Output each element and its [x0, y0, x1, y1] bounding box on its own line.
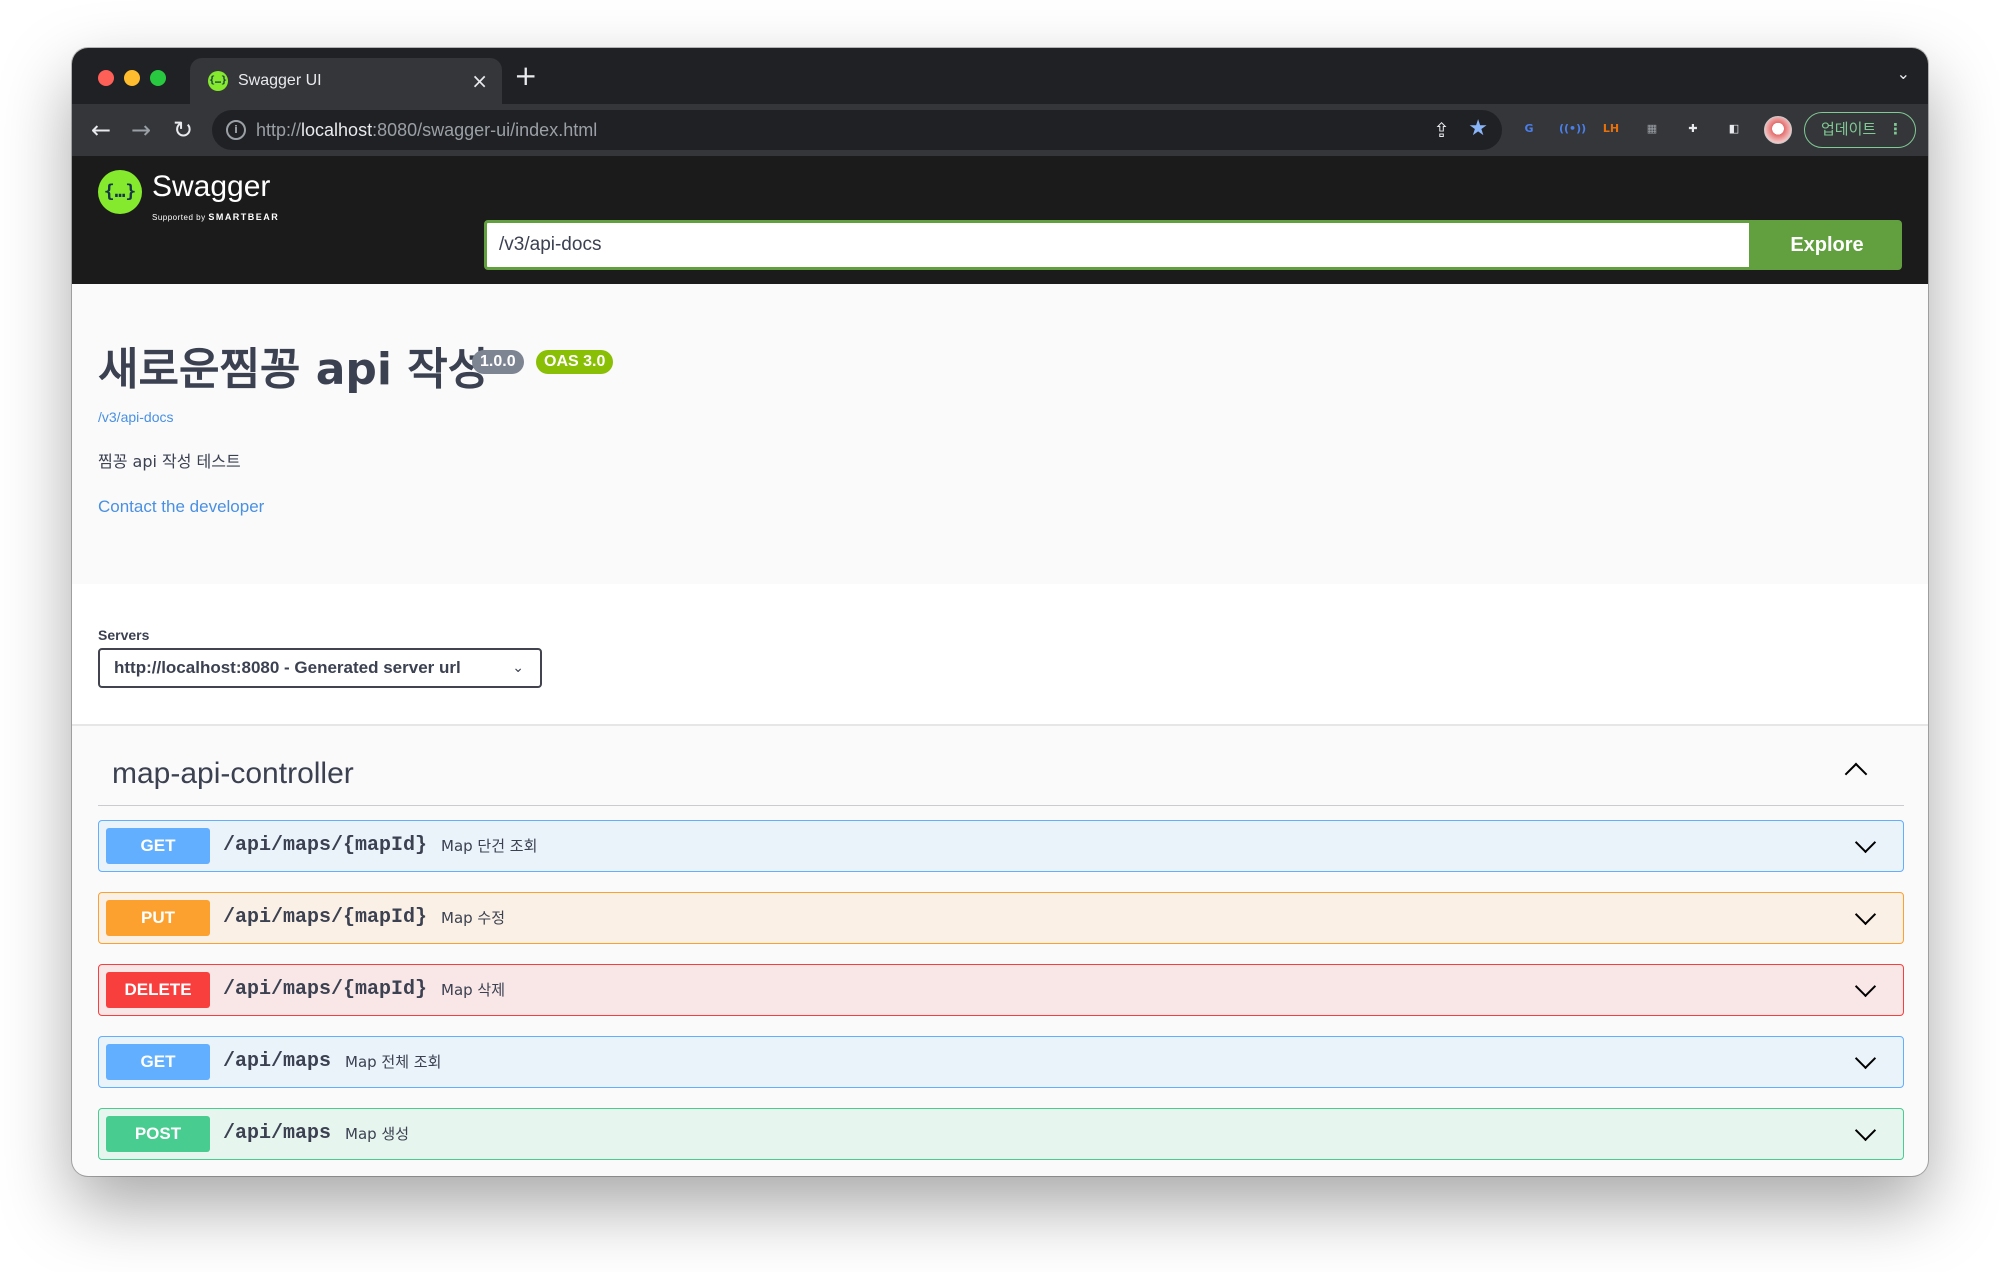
method-badge: POST: [106, 1116, 210, 1152]
new-tab-icon[interactable]: +: [514, 60, 537, 92]
operation-path: /api/maps/{mapId}: [223, 978, 428, 1001]
chevron-down-icon: ⌄: [512, 660, 524, 676]
operation-summary: Map 단건 조회: [441, 837, 538, 855]
method-badge: PUT: [106, 900, 210, 936]
chevron-down-icon[interactable]: [1853, 1121, 1877, 1145]
chevron-down-icon[interactable]: [1853, 833, 1877, 857]
google-translate-icon[interactable]: G: [1518, 118, 1540, 140]
browser-window: {…} Swagger UI × + ⌄ ← → ↻ i http://loca…: [72, 48, 1928, 1176]
reload-icon[interactable]: ↻: [168, 114, 198, 146]
contact-developer-link[interactable]: Contact the developer: [98, 496, 264, 518]
share-icon[interactable]: ⇪: [1433, 117, 1450, 143]
update-button[interactable]: 업데이트 ⋮: [1804, 112, 1916, 148]
operation-summary: Map 생성: [345, 1125, 410, 1143]
operation-delete[interactable]: DELETE/api/maps/{mapId} Map 삭제: [98, 964, 1904, 1016]
tab-search-chevron-icon[interactable]: ⌄: [1897, 62, 1910, 86]
servers-selected-value: http://localhost:8080 - Generated server…: [114, 658, 461, 677]
keyboard-icon[interactable]: ▦: [1641, 118, 1663, 140]
swagger-topbar: {…} Swagger Supported by SMARTBEAR /v3/a…: [72, 156, 1928, 284]
method-badge: DELETE: [106, 972, 210, 1008]
spec-url-input[interactable]: /v3/api-docs: [484, 220, 1752, 270]
profile-avatar[interactable]: [1764, 116, 1792, 144]
url-text[interactable]: http://localhost:8080/swagger-ui/index.h…: [256, 119, 597, 141]
browser-tab[interactable]: {…} Swagger UI ×: [190, 58, 502, 104]
operation-summary: Map 전체 조회: [345, 1053, 442, 1071]
operation-summary: Map 수정: [441, 909, 506, 927]
bookmark-star-icon[interactable]: ★: [1468, 116, 1488, 142]
controller-header[interactable]: map-api-controller: [98, 726, 1904, 806]
update-label: 업데이트: [1821, 120, 1877, 138]
puzzle-icon[interactable]: ✚: [1682, 118, 1704, 140]
method-badge: GET: [106, 1044, 210, 1080]
servers-select[interactable]: http://localhost:8080 - Generated server…: [98, 648, 542, 688]
tab-title: Swagger UI: [238, 72, 322, 89]
zoom-window-button[interactable]: [150, 70, 166, 86]
operation-get[interactable]: GET/api/maps/{mapId} Map 단건 조회: [98, 820, 1904, 872]
api-info: 새로운찜꽁 api 작성 1.0.0 OAS 3.0 /v3/api-docs …: [72, 284, 1928, 584]
lighthouse-icon[interactable]: LH: [1600, 118, 1622, 140]
close-window-button[interactable]: [98, 70, 114, 86]
back-arrow-icon[interactable]: ←: [86, 114, 116, 146]
method-badge: GET: [106, 828, 210, 864]
operation-path: /api/maps/{mapId}: [223, 906, 428, 929]
side-panel-icon[interactable]: ◧: [1723, 118, 1745, 140]
controller-title: map-api-controller: [112, 757, 354, 790]
operation-summary: Map 삭제: [441, 981, 506, 999]
browser-toolbar: ← → ↻ i http://localhost:8080/swagger-ui…: [72, 104, 1928, 156]
operation-path: /api/maps: [223, 1122, 332, 1145]
swagger-logo-text: Swagger: [152, 170, 271, 203]
api-description: 찜꽁 api 작성 테스트: [98, 452, 241, 471]
minimize-window-button[interactable]: [124, 70, 140, 86]
oas-badge: OAS 3.0: [536, 350, 614, 374]
swagger-logo-subtitle: Supported by SMARTBEAR: [152, 212, 280, 222]
operation-path: /api/maps: [223, 1050, 332, 1073]
close-tab-icon[interactable]: ×: [471, 69, 488, 93]
broadcast-icon[interactable]: ((•)): [1559, 118, 1586, 140]
site-info-icon[interactable]: i: [226, 120, 246, 140]
forward-arrow-icon[interactable]: →: [126, 114, 156, 146]
address-bar[interactable]: i http://localhost:8080/swagger-ui/index…: [212, 110, 1502, 150]
operation-get[interactable]: GET/api/maps Map 전체 조회: [98, 1036, 1904, 1088]
chevron-up-icon[interactable]: [1842, 756, 1870, 784]
api-title: 새로운찜꽁 api 작성: [98, 344, 489, 395]
servers-label: Servers: [98, 627, 150, 643]
operation-put[interactable]: PUT/api/maps/{mapId} Map 수정: [98, 892, 1904, 944]
explore-button[interactable]: Explore: [1752, 220, 1902, 270]
chevron-down-icon[interactable]: [1853, 905, 1877, 929]
operation-path: /api/maps/{mapId}: [223, 834, 428, 857]
swagger-favicon-icon: {…}: [208, 71, 228, 91]
chevron-down-icon[interactable]: [1853, 1049, 1877, 1073]
servers-section: Servers http://localhost:8080 - Generate…: [72, 584, 1928, 726]
browser-menu-icon[interactable]: ⋮: [1888, 113, 1903, 146]
chevron-down-icon[interactable]: [1853, 977, 1877, 1001]
spec-link[interactable]: /v3/api-docs: [98, 408, 173, 426]
version-badge: 1.0.0: [472, 350, 524, 374]
operation-post[interactable]: POST/api/maps Map 생성: [98, 1108, 1904, 1160]
swagger-logo-icon[interactable]: {…}: [98, 170, 142, 214]
tab-strip: {…} Swagger UI × + ⌄: [72, 48, 1928, 104]
